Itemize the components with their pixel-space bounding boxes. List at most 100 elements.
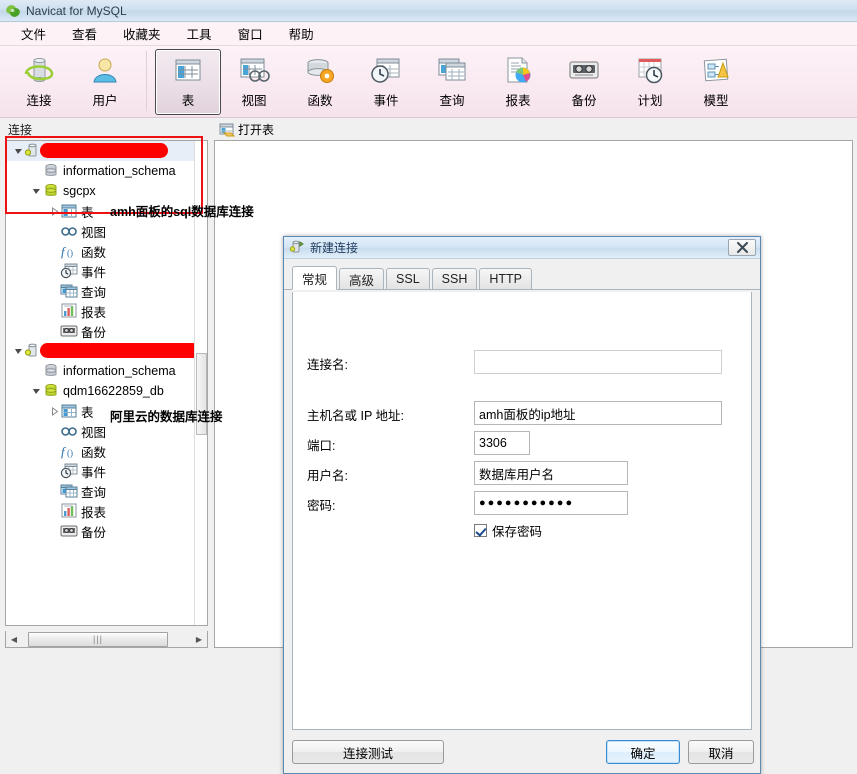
scroll-right-arrow-icon[interactable]: ▶ (191, 632, 207, 647)
menu-favorites[interactable]: 收藏夹 (110, 21, 174, 46)
host-address-input[interactable]: amh面板的ip地址 (474, 401, 722, 425)
chevron-expanded-icon[interactable] (30, 181, 42, 201)
scroll-left-arrow-icon[interactable]: ◀ (6, 632, 22, 647)
toolbar-button-table[interactable]: 表 (155, 49, 221, 115)
menu-help[interactable]: 帮助 (276, 21, 327, 46)
username-input[interactable]: 数据库用户名 (474, 461, 628, 485)
user-icon (88, 56, 122, 86)
tab-ssl[interactable]: SSL (386, 268, 430, 289)
toolbar-button-schedule[interactable]: 计划 (617, 49, 683, 115)
toolbar-label: 模型 (703, 94, 729, 108)
test-connection-button[interactable]: 连接测试 (292, 740, 444, 764)
toolbar-label: 连接 (26, 94, 52, 108)
tree-item-事件[interactable]: 事件 (6, 461, 194, 481)
dialog-tabs: 常规 高级 SSL SSH HTTP (284, 266, 760, 290)
report-icon (501, 56, 535, 86)
tree-item-函数[interactable]: f() 函数 (6, 241, 194, 261)
chevron-expanded-icon[interactable] (30, 381, 42, 401)
cancel-button[interactable]: 取消 (688, 740, 754, 764)
tree-item-函数[interactable]: f() 函数 (6, 441, 194, 461)
checkbox-icon[interactable] (474, 524, 487, 537)
tree-item-information_schema[interactable]: information_schema (6, 361, 194, 381)
password-label: 密码: (307, 499, 336, 513)
tree-item-information_schema[interactable]: information_schema (6, 161, 194, 181)
open-table-button[interactable]: 打开表 (216, 120, 277, 139)
toolbar-button-view[interactable]: 视图 (221, 49, 287, 115)
query-window-icon (60, 282, 78, 300)
tree-item-查询[interactable]: 查询 (6, 481, 194, 501)
toolbar-label: 查询 (439, 94, 465, 108)
save-password-checkbox[interactable]: 保存密码 (474, 521, 542, 540)
toolbar-button-backup[interactable]: 备份 (551, 49, 617, 115)
tree-item-connection[interactable] (6, 341, 194, 361)
tree-item-报表[interactable]: 报表 (6, 301, 194, 321)
main-toolbar: 连接 用户 表 视图 函数 事件 查询 报表 备份 计划 模型 (0, 46, 857, 118)
toolbar-button-query[interactable]: 查询 (419, 49, 485, 115)
view-glasses-icon (60, 422, 78, 440)
navicat-logo-icon (5, 3, 21, 19)
toolbar-button-connection[interactable]: 连接 (6, 49, 72, 115)
tree-item-sgcpx[interactable]: sgcpx (6, 181, 194, 201)
tree-item-qdm16622859_db[interactable]: qdm16622859_db (6, 381, 194, 401)
tree-item-connection[interactable] (6, 141, 194, 161)
tree-item-报表[interactable]: 报表 (6, 501, 194, 521)
connection-name-input[interactable] (474, 350, 722, 374)
toolbar-button-model[interactable]: 模型 (683, 49, 749, 115)
chevron-expanded-icon[interactable] (12, 341, 24, 361)
close-icon[interactable] (728, 239, 756, 256)
tab-http[interactable]: HTTP (479, 268, 533, 289)
tree-item-label: 查询 (81, 485, 107, 500)
function-icon (303, 56, 337, 86)
tab-advanced[interactable]: 高级 (339, 268, 385, 289)
scrollbar-thumb[interactable]: ||| (28, 631, 168, 647)
tree-item-label: 备份 (81, 525, 107, 540)
tree-item-label: 函数 (81, 245, 107, 260)
tree-item-备份[interactable]: 备份 (6, 321, 194, 341)
port-input[interactable]: 3306 (474, 431, 530, 455)
chevron-collapsed-icon[interactable] (48, 201, 60, 221)
toolbar-button-report[interactable]: 报表 (485, 49, 551, 115)
query-icon (435, 56, 469, 86)
ok-button[interactable]: 确定 (606, 740, 680, 764)
query-window-icon (60, 482, 78, 500)
tree-horizontal-scrollbar[interactable]: ◀ ||| ▶ (5, 631, 208, 648)
tree-item-查询[interactable]: 查询 (6, 281, 194, 301)
menu-view[interactable]: 查看 (59, 21, 110, 46)
event-clock-icon (60, 262, 78, 280)
view-icon (237, 56, 271, 86)
password-input[interactable]: ●●●●●●●●●●● (474, 491, 628, 515)
toolbar-label: 表 (181, 94, 195, 108)
tree-item-事件[interactable]: 事件 (6, 261, 194, 281)
field-row-connection-name: 连接名: (307, 354, 348, 373)
tab-general[interactable]: 常规 (292, 266, 338, 290)
toolbar-label: 计划 (637, 94, 663, 108)
menu-file[interactable]: 文件 (8, 21, 59, 46)
chevron-expanded-icon[interactable] (12, 141, 24, 161)
new-connection-dialog[interactable]: 新建连接 常规 高级 SSL SSH HTTP 连接名: 主机名或 IP 地址: (283, 236, 761, 774)
tab-ssh[interactable]: SSH (431, 268, 478, 289)
toolbar-button-function[interactable]: 函数 (287, 49, 353, 115)
scrollbar-track[interactable]: ||| (22, 631, 191, 647)
menu-window[interactable]: 窗口 (225, 21, 276, 46)
tree-item-视图[interactable]: 视图 (6, 221, 194, 241)
toolbar-button-event[interactable]: 事件 (353, 49, 419, 115)
svg-text:(): () (67, 448, 73, 458)
dialog-general-panel: 连接名: 主机名或 IP 地址: amh面板的ip地址 端口: 3306 用户名… (292, 292, 752, 730)
event-clock-icon (60, 462, 78, 480)
tree-item-label: 事件 (81, 265, 107, 280)
username-label: 用户名: (307, 469, 348, 483)
redacted-connection-name (40, 143, 168, 158)
toolbar-button-user[interactable]: 用户 (72, 49, 138, 115)
menu-tools[interactable]: 工具 (174, 21, 225, 46)
chevron-collapsed-icon[interactable] (48, 401, 60, 421)
tree-item-label: 表 (81, 405, 94, 420)
toolbar-label: 用户 (92, 94, 118, 108)
tree-item-备份[interactable]: 备份 (6, 521, 194, 541)
tree-item-label: 事件 (81, 465, 107, 480)
toolbar-label: 视图 (241, 94, 267, 108)
